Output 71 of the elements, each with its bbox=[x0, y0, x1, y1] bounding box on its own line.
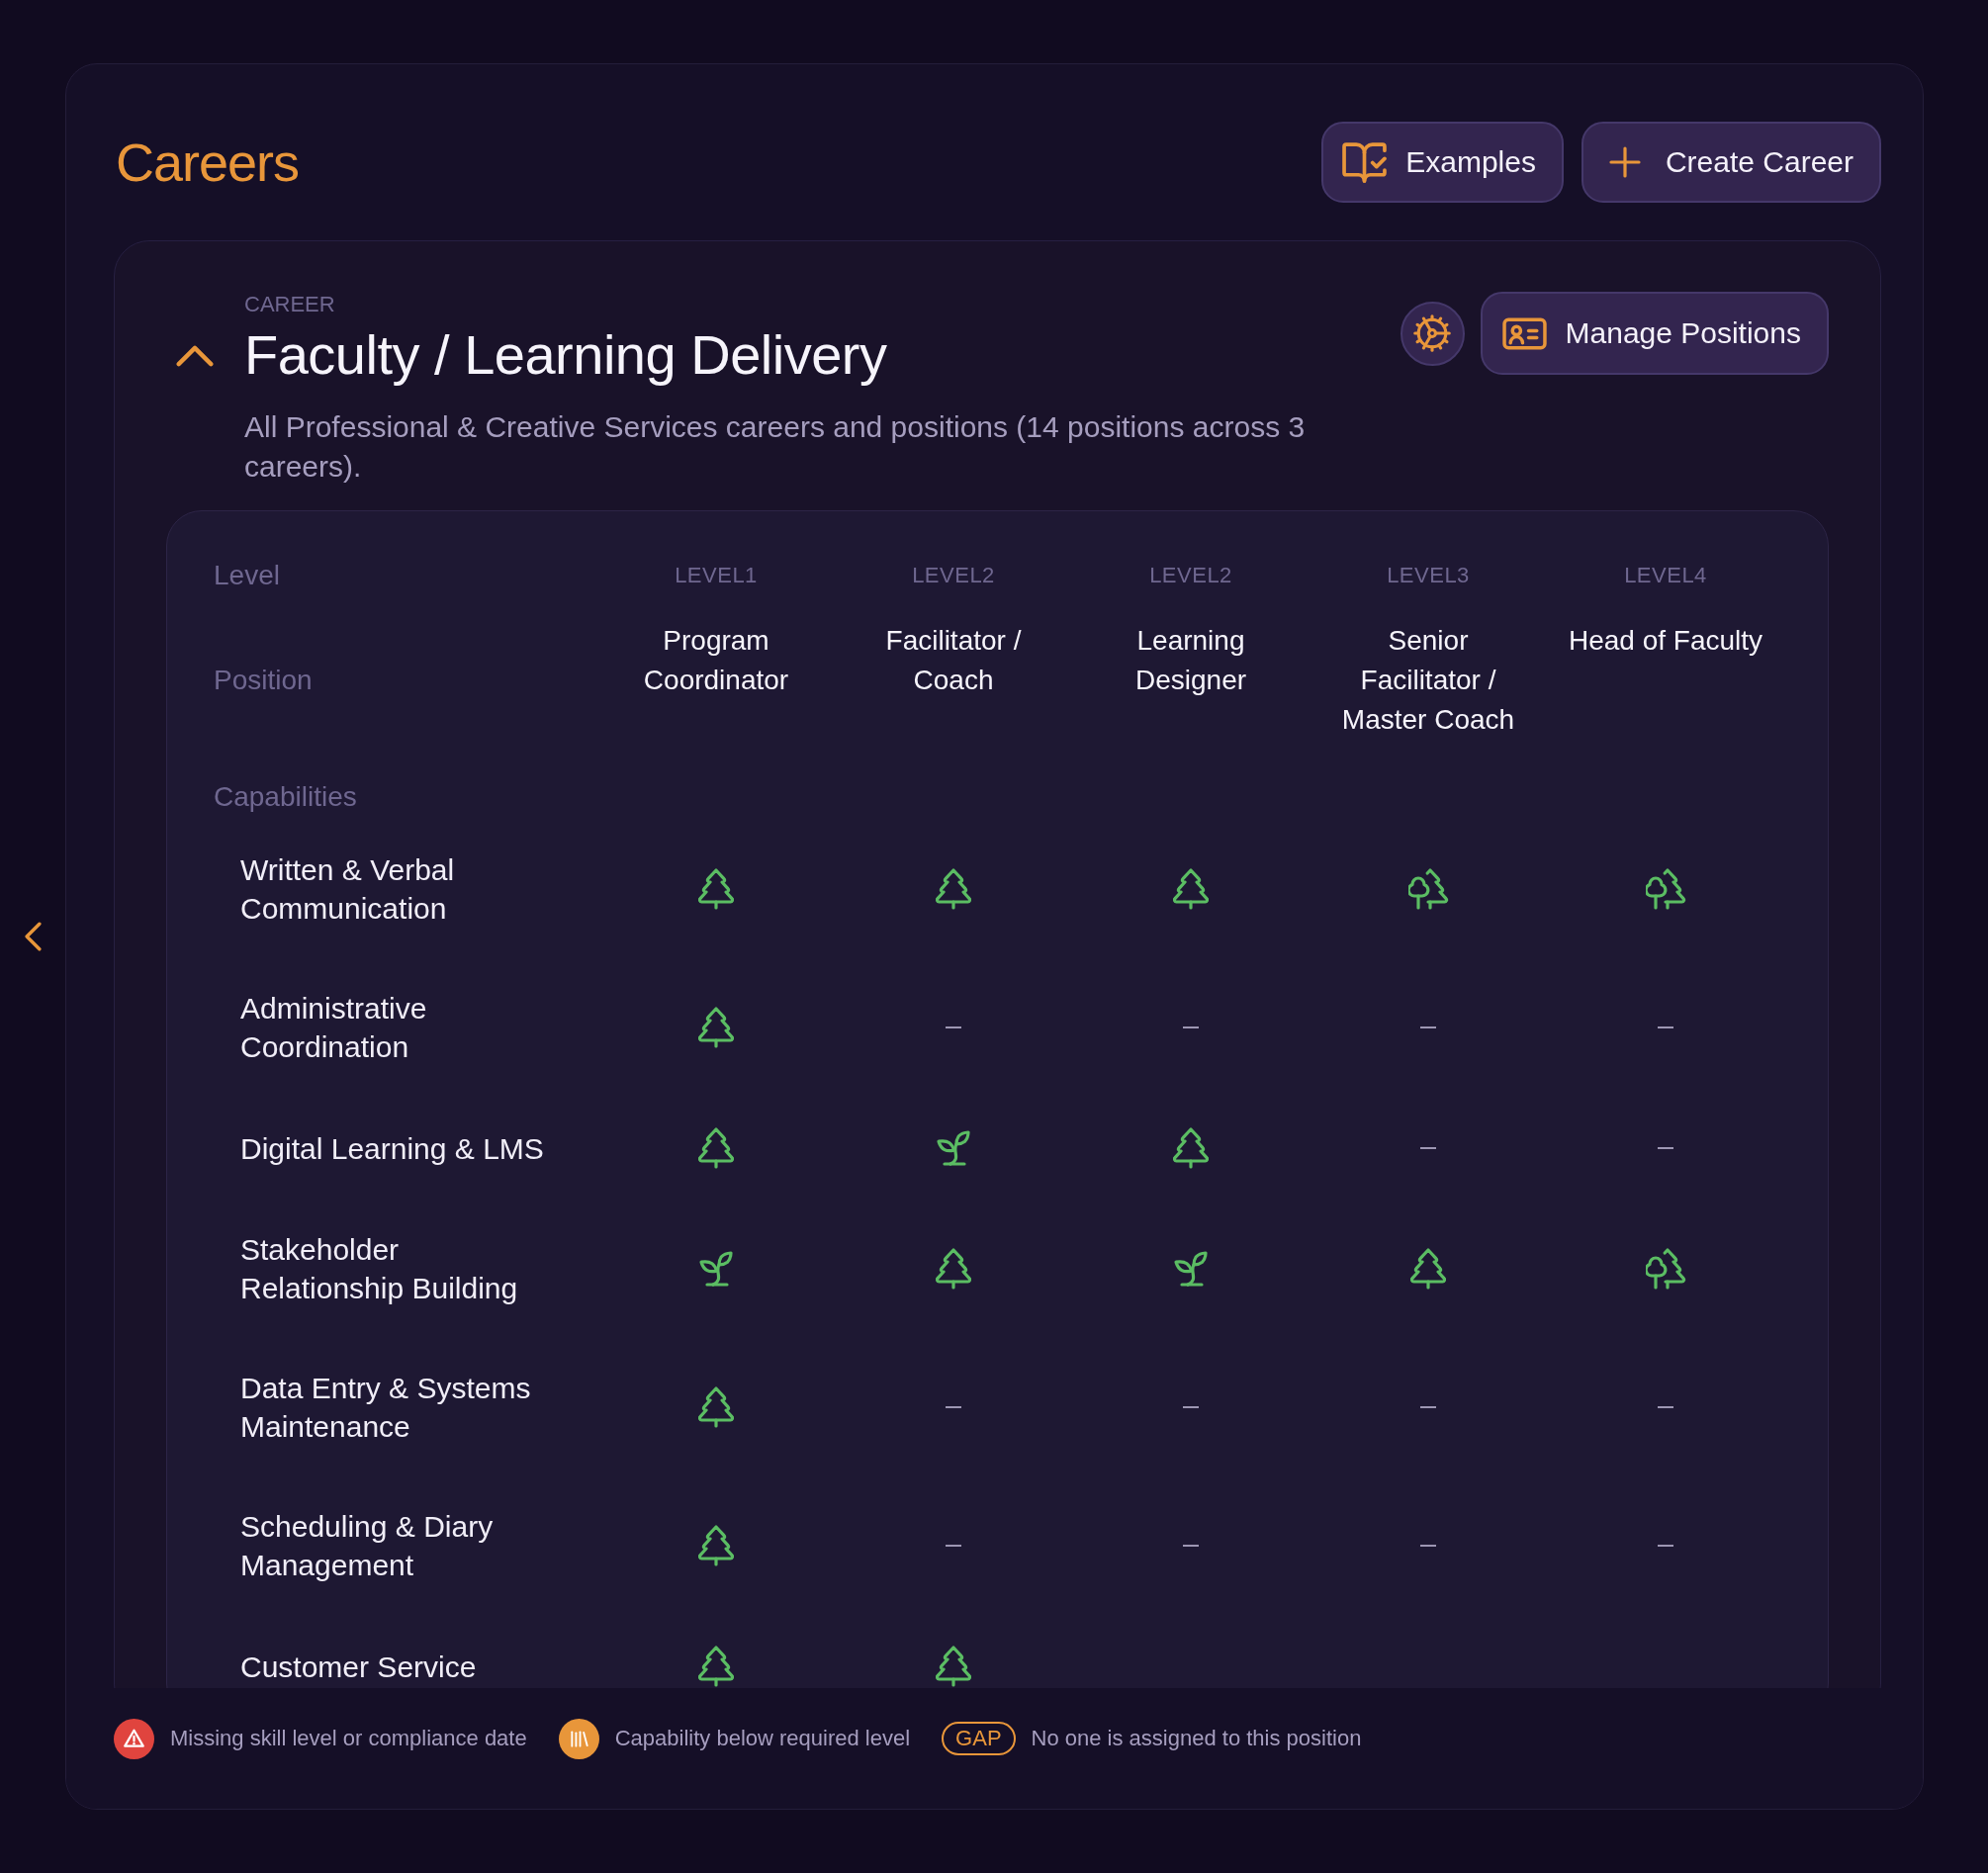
dash-icon bbox=[946, 1545, 961, 1547]
chevron-left-icon[interactable] bbox=[24, 922, 42, 951]
chevron-up-icon[interactable] bbox=[176, 345, 214, 367]
sprout-icon bbox=[1174, 1251, 1208, 1287]
dash-icon bbox=[1183, 1545, 1199, 1547]
books-icon bbox=[558, 1718, 599, 1759]
position-heading: Position bbox=[214, 664, 314, 697]
pine-tree-icon bbox=[1173, 1127, 1209, 1169]
capability-name: Scheduling & Diary Management bbox=[240, 1509, 495, 1583]
position-name: Program Coordinator bbox=[642, 624, 790, 697]
position-name: Head of Faculty bbox=[1568, 624, 1763, 658]
trees-icon bbox=[1645, 868, 1686, 910]
pine-tree-icon bbox=[698, 1386, 734, 1428]
plus-icon bbox=[1608, 146, 1641, 178]
level-heading: Level bbox=[214, 559, 281, 592]
manage-positions-button[interactable]: Manage Positions bbox=[1480, 292, 1829, 375]
capabilities-heading: Capabilities bbox=[214, 780, 357, 814]
pine-tree-icon bbox=[936, 1248, 971, 1290]
gap-badge: GAP bbox=[942, 1722, 1016, 1755]
pine-tree-icon bbox=[936, 868, 971, 910]
gear-icon bbox=[1413, 314, 1451, 352]
dash-icon bbox=[1183, 1406, 1199, 1408]
level-label: LEVEL3 bbox=[1386, 562, 1471, 589]
sprout-icon bbox=[937, 1130, 970, 1166]
dash-icon bbox=[1420, 1026, 1436, 1028]
capability-name: Administrative Coordination bbox=[240, 991, 428, 1065]
create-career-button[interactable]: Create Career bbox=[1581, 122, 1881, 203]
legend-text: No one is assigned to this position bbox=[1031, 1726, 1362, 1751]
book-check-icon bbox=[1342, 141, 1388, 183]
examples-button[interactable]: Examples bbox=[1321, 122, 1564, 203]
pine-tree-icon bbox=[1173, 868, 1209, 910]
dash-icon bbox=[1658, 1147, 1673, 1149]
dash-icon bbox=[1420, 1545, 1436, 1547]
legend-text: Missing skill level or compliance date bbox=[170, 1726, 527, 1751]
trees-icon bbox=[1645, 1248, 1686, 1290]
dash-icon bbox=[1420, 1406, 1436, 1408]
pine-tree-icon bbox=[1410, 1248, 1446, 1290]
trees-icon bbox=[1407, 868, 1449, 910]
capability-name: Digital Learning & LMS bbox=[240, 1130, 545, 1167]
career-label: CAREER bbox=[244, 292, 336, 317]
capability-name: Written & Verbal Communication bbox=[240, 852, 456, 927]
legend-text: Capability below required level bbox=[614, 1726, 911, 1751]
position-name: Facilitator / Coach bbox=[884, 624, 1023, 697]
dash-icon bbox=[1658, 1026, 1673, 1028]
warning-icon bbox=[114, 1718, 154, 1759]
sprout-icon bbox=[699, 1251, 733, 1287]
level-label: LEVEL4 bbox=[1623, 562, 1708, 589]
position-name: Senior Facilitator / Master Coach bbox=[1340, 624, 1516, 737]
id-card-icon bbox=[1501, 316, 1547, 350]
capability-name: Customer Service bbox=[240, 1649, 478, 1685]
dash-icon bbox=[1658, 1406, 1673, 1408]
page-title: Careers bbox=[116, 132, 300, 194]
position-name: Learning Designer bbox=[1133, 624, 1248, 697]
career-description: All Professional & Creative Services careers and positions (14 positions across 3 careers). bbox=[244, 409, 1307, 485]
capability-name: Data Entry & Systems Maintenance bbox=[240, 1371, 532, 1445]
capability-name: Stakeholder Relationship Building bbox=[240, 1232, 519, 1306]
pine-tree-icon bbox=[698, 1525, 734, 1566]
pine-tree-icon bbox=[698, 1007, 734, 1048]
dash-icon bbox=[946, 1026, 961, 1028]
pine-tree-icon bbox=[698, 1646, 734, 1687]
dash-icon bbox=[946, 1406, 961, 1408]
dash-icon bbox=[1658, 1545, 1673, 1547]
dash-icon bbox=[1420, 1147, 1436, 1149]
level-label: LEVEL1 bbox=[674, 562, 759, 589]
dash-icon bbox=[1183, 1026, 1199, 1028]
career-title: Faculty / Learning Delivery bbox=[244, 323, 888, 387]
pine-tree-icon bbox=[698, 868, 734, 910]
level-label: LEVEL2 bbox=[1148, 562, 1233, 589]
pine-tree-icon bbox=[936, 1646, 971, 1687]
pine-tree-icon bbox=[698, 1127, 734, 1169]
level-label: LEVEL2 bbox=[911, 562, 996, 589]
